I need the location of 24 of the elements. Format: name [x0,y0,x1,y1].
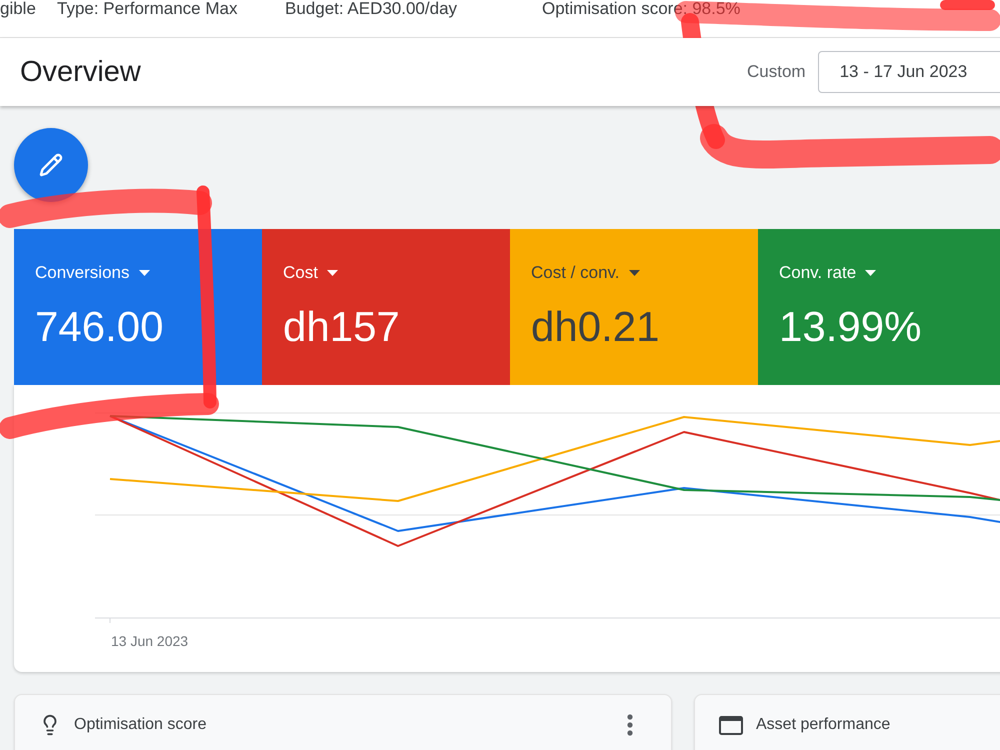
date-range-label: Custom [747,62,806,82]
metric-value: 13.99% [779,306,922,348]
metric-dropdown[interactable]: Cost / conv. [531,263,640,283]
summary-text: Budget: AED30.00/day [285,0,458,18]
pencil-icon [39,153,63,177]
metric-value: dh0.21 [531,306,660,348]
metric-dropdown[interactable]: Cost [283,263,338,283]
page-title: Overview [20,55,142,89]
metric-dropdown[interactable]: Conv. rate [779,263,876,283]
more-menu-icon[interactable] [627,714,633,736]
summary-text: Type: Performance Max [57,0,238,18]
metric-value: 746.00 [35,306,164,348]
x-axis-label: 13 Jun 2023 [111,633,188,649]
date-range-button[interactable]: 13 - 17 Jun 2023 [818,51,1000,93]
window-icon [719,716,743,734]
metric-value: dh157 [283,306,401,348]
caret-icon [138,270,150,276]
caret-icon [628,270,640,276]
caret-icon [326,270,338,276]
caret-icon [865,270,876,276]
card-title: Asset performance [756,715,890,735]
summary-text: gible [0,0,37,18]
card-title: Optimisation score [74,715,206,735]
metric-dropdown[interactable]: Conversions [35,263,150,283]
